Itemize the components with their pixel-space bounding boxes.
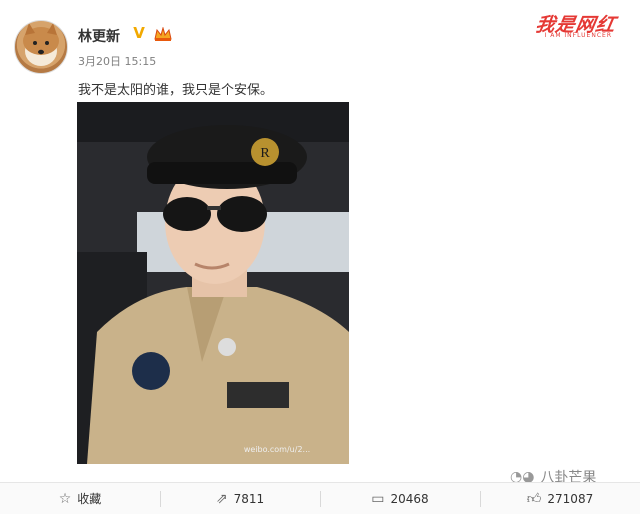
verified-icon: V <box>133 24 145 42</box>
crown-icon <box>154 27 172 41</box>
star-icon: ☆ <box>58 490 72 507</box>
post-timestamp[interactable]: 3月20日 15:15 <box>78 53 156 69</box>
favorite-button[interactable]: ☆ 收藏 <box>0 483 160 514</box>
comment-count: 20468 <box>390 491 429 506</box>
like-button[interactable]: 👍︎ 271087 <box>480 483 640 514</box>
repost-count: 7811 <box>233 491 265 506</box>
username[interactable]: 林更新 <box>78 26 120 46</box>
post-photo[interactable]: R weibo.com/u/2... <box>77 102 349 464</box>
favorite-label: 收藏 <box>77 492 102 506</box>
photo-watermark: weibo.com/u/2... <box>244 445 310 454</box>
comment-icon: ▭ <box>371 490 385 507</box>
watermark-subtitle: I AM INFLUENCER <box>544 32 612 39</box>
post-text: 我不是太阳的谁，我只是个安保。 <box>78 83 274 98</box>
like-count: 271087 <box>547 491 594 506</box>
comment-button[interactable]: ▭ 20468 <box>320 483 480 514</box>
action-bar: ☆ 收藏 ⇗ 7811 ▭ 20468 👍︎ 271087 <box>0 482 640 514</box>
repost-button[interactable]: ⇗ 7811 <box>160 483 320 514</box>
thumb-up-icon: 👍︎ <box>526 491 542 507</box>
avatar[interactable] <box>14 20 68 74</box>
svg-text:R: R <box>260 146 270 161</box>
share-icon: ⇗ <box>215 490 228 507</box>
